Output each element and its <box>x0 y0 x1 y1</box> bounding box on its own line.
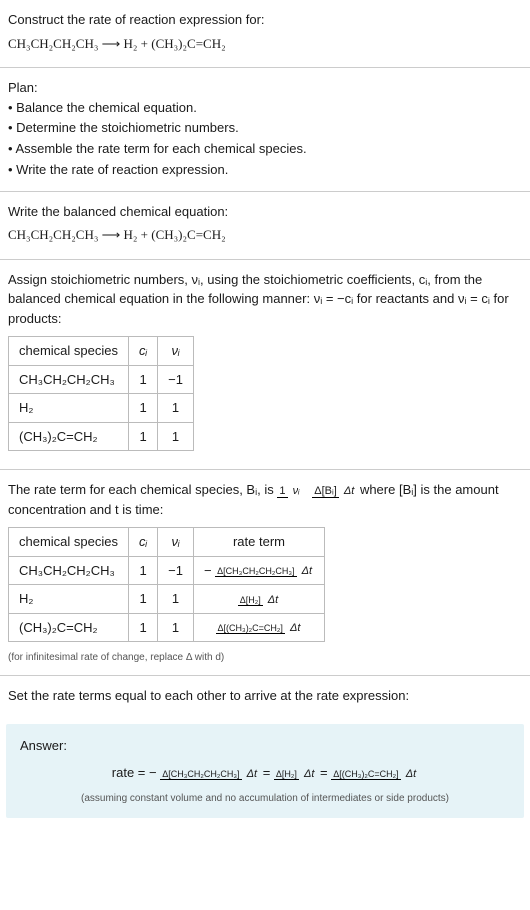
table-header-row: chemical species cᵢ νᵢ rate term <box>9 528 325 557</box>
fraction-bot: νᵢ <box>291 485 302 497</box>
equals: = <box>263 765 274 780</box>
balanced-title: Write the balanced chemical equation: <box>8 202 522 222</box>
cell-rateterm: − Δ[CH₃CH₂CH₂CH₃] Δt <box>193 556 324 585</box>
fraction-top: Δ[(CH₃)₂C=CH₂] <box>216 623 285 634</box>
cell-ci: 1 <box>129 394 158 423</box>
table-row: (CH₃)₂C=CH₂ 1 1 <box>9 422 194 451</box>
equals: = <box>320 765 331 780</box>
plan-bullet: • Balance the chemical equation. <box>8 98 522 119</box>
fraction-bot: Δt <box>266 594 280 606</box>
final-title: Set the rate terms equal to each other t… <box>8 686 522 706</box>
answer-equation: rate = − Δ[CH₃CH₂CH₂CH₃] Δt = Δ[H₂] Δt =… <box>20 763 510 783</box>
rateterm-section: The rate term for each chemical species,… <box>0 470 530 675</box>
cell-ci: 1 <box>129 422 158 451</box>
plan-bullet: • Write the rate of reaction expression. <box>8 160 522 181</box>
fraction: Δ[H₂] Δt <box>238 594 281 606</box>
col-species: chemical species <box>9 528 129 557</box>
cell-species: (CH₃)₂C=CH₂ <box>9 613 129 642</box>
cell-vi: −1 <box>158 556 194 585</box>
plan-bullet: • Determine the stoichiometric numbers. <box>8 118 522 139</box>
fraction: Δ[CH₃CH₂CH₂CH₃] Δt <box>160 768 259 780</box>
cell-species: CH₃CH₂CH₂CH₃ <box>9 365 129 394</box>
table-header-row: chemical species cᵢ νᵢ <box>9 337 194 366</box>
answer-title: Answer: <box>20 736 510 756</box>
final-section: Set the rate terms equal to each other t… <box>0 676 530 716</box>
fraction: 1 νᵢ <box>277 485 301 497</box>
fraction-bot: Δt <box>245 768 259 780</box>
rateterm-table: chemical species cᵢ νᵢ rate term CH₃CH₂C… <box>8 527 325 642</box>
cell-species: CH₃CH₂CH₂CH₃ <box>9 556 129 585</box>
table-row: H₂ 1 1 Δ[H₂] Δt <box>9 585 325 614</box>
fraction-bot: Δt <box>404 768 418 780</box>
fraction-top: Δ[Bᵢ] <box>312 485 339 498</box>
stoich-table: chemical species cᵢ νᵢ CH₃CH₂CH₂CH₃ 1 −1… <box>8 336 194 451</box>
cell-vi: 1 <box>158 585 194 614</box>
balanced-section: Write the balanced chemical equation: CH… <box>0 192 530 259</box>
cell-rateterm: Δ[H₂] Δt <box>193 585 324 614</box>
cell-ci: 1 <box>129 613 158 642</box>
cell-ci: 1 <box>129 556 158 585</box>
fraction-top: Δ[(CH₃)₂C=CH₂] <box>331 769 400 780</box>
intro-title: Construct the rate of reaction expressio… <box>8 10 522 30</box>
plan-section: Plan: • Balance the chemical equation. •… <box>0 68 530 191</box>
rateterm-note: (for infinitesimal rate of change, repla… <box>8 650 522 665</box>
fraction-top: Δ[H₂] <box>274 769 299 780</box>
table-row: (CH₃)₂C=CH₂ 1 1 Δ[(CH₃)₂C=CH₂] Δt <box>9 613 325 642</box>
col-vi: νᵢ <box>158 337 194 366</box>
col-vi: νᵢ <box>158 528 194 557</box>
balanced-equation: CH₃CH₂CH₂CH₃ ⟶ H₂ + (CH₃)₂C=CH₂ <box>8 225 522 245</box>
table-row: H₂ 1 1 <box>9 394 194 423</box>
fraction: Δ[(CH₃)₂C=CH₂] Δt <box>216 622 303 634</box>
fraction: Δ[CH₃CH₂CH₂CH₃] Δt <box>215 565 314 577</box>
stoich-intro: Assign stoichiometric numbers, νᵢ, using… <box>8 270 522 329</box>
cell-vi: 1 <box>158 422 194 451</box>
fraction-top: Δ[CH₃CH₂CH₂CH₃] <box>160 769 241 780</box>
plan-title: Plan: <box>8 78 522 98</box>
cell-species: H₂ <box>9 394 129 423</box>
fraction-top: Δ[CH₃CH₂CH₂CH₃] <box>215 566 296 577</box>
fraction-bot: Δt <box>300 565 314 577</box>
answer-rate-pre: rate = − <box>112 765 157 780</box>
answer-box: Answer: rate = − Δ[CH₃CH₂CH₂CH₃] Δt = Δ[… <box>6 724 524 818</box>
col-ci: cᵢ <box>129 337 158 366</box>
fraction-top: 1 <box>277 485 287 498</box>
neg-sign: − <box>204 563 212 578</box>
cell-ci: 1 <box>129 585 158 614</box>
rateterm-pre: The rate term for each chemical species,… <box>8 482 277 497</box>
intro-section: Construct the rate of reaction expressio… <box>0 0 530 67</box>
cell-species: H₂ <box>9 585 129 614</box>
fraction-bot: Δt <box>342 485 356 497</box>
rateterm-text: The rate term for each chemical species,… <box>8 480 522 519</box>
table-row: CH₃CH₂CH₂CH₃ 1 −1 <box>9 365 194 394</box>
cell-vi: 1 <box>158 394 194 423</box>
cell-vi: −1 <box>158 365 194 394</box>
cell-rateterm: Δ[(CH₃)₂C=CH₂] Δt <box>193 613 324 642</box>
table-row: CH₃CH₂CH₂CH₃ 1 −1 − Δ[CH₃CH₂CH₂CH₃] Δt <box>9 556 325 585</box>
fraction: Δ[Bᵢ] Δt <box>312 485 356 497</box>
fraction: Δ[H₂] Δt <box>274 768 317 780</box>
fraction-bot: Δt <box>288 622 302 634</box>
col-species: chemical species <box>9 337 129 366</box>
col-rateterm: rate term <box>193 528 324 557</box>
cell-species: (CH₃)₂C=CH₂ <box>9 422 129 451</box>
cell-ci: 1 <box>129 365 158 394</box>
stoich-section: Assign stoichiometric numbers, νᵢ, using… <box>0 260 530 470</box>
fraction-bot: Δt <box>302 768 316 780</box>
cell-vi: 1 <box>158 613 194 642</box>
answer-note: (assuming constant volume and no accumul… <box>20 791 510 806</box>
plan-bullet: • Assemble the rate term for each chemic… <box>8 139 522 160</box>
col-ci: cᵢ <box>129 528 158 557</box>
fraction-top: Δ[H₂] <box>238 595 263 606</box>
fraction: Δ[(CH₃)₂C=CH₂] Δt <box>331 768 418 780</box>
intro-equation: CH₃CH₂CH₂CH₃ ⟶ H₂ + (CH₃)₂C=CH₂ <box>8 34 522 54</box>
